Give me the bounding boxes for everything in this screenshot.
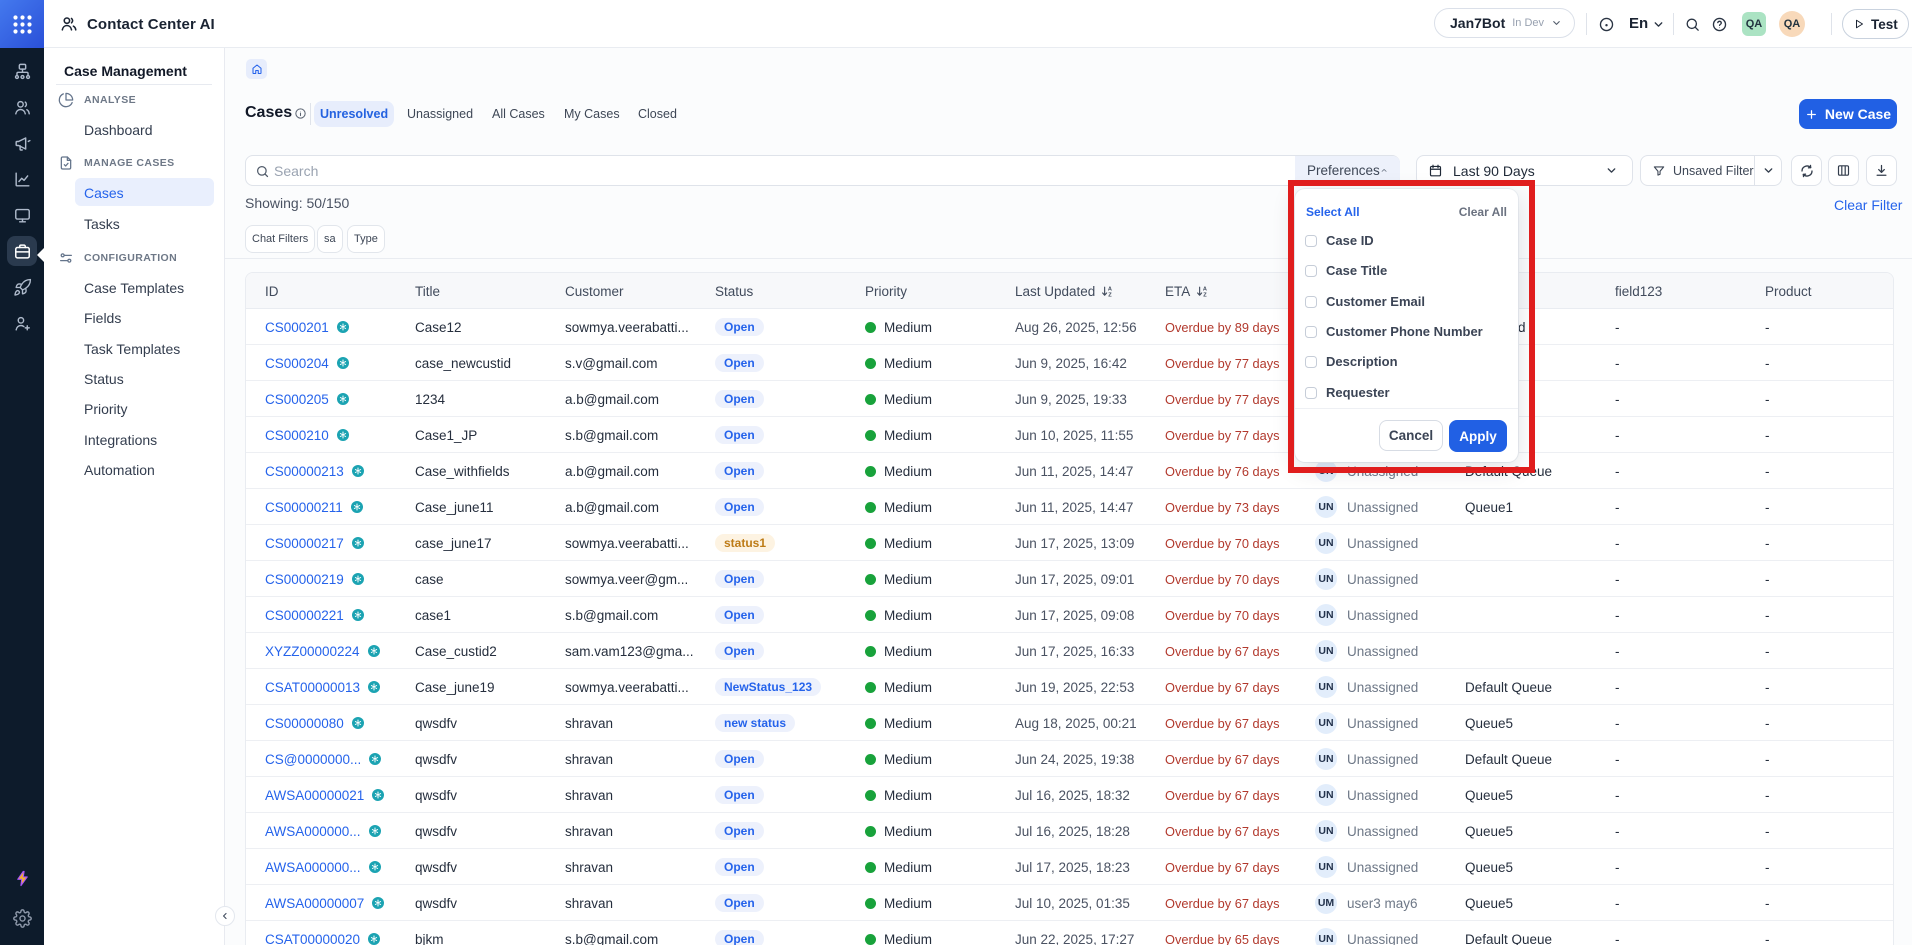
- svg-text:A: A: [1108, 286, 1112, 292]
- svg-text:Z: Z: [1204, 292, 1208, 297]
- svg-text:A: A: [1203, 286, 1207, 292]
- svg-text:Z: Z: [1109, 292, 1113, 297]
